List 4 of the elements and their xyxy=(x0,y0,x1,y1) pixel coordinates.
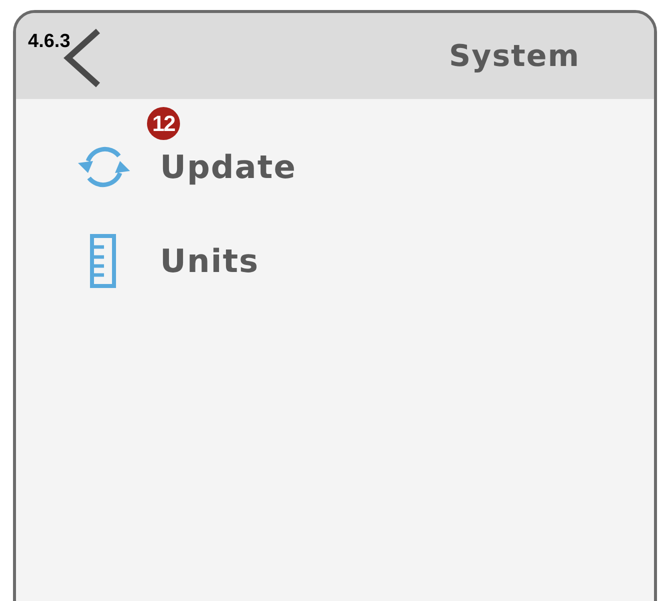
figure-label: 4.6.3 xyxy=(28,31,70,53)
menu-item[interactable]: Units xyxy=(16,233,654,289)
menu-item[interactable]: Update xyxy=(16,139,654,195)
screen-title: System xyxy=(449,38,580,74)
